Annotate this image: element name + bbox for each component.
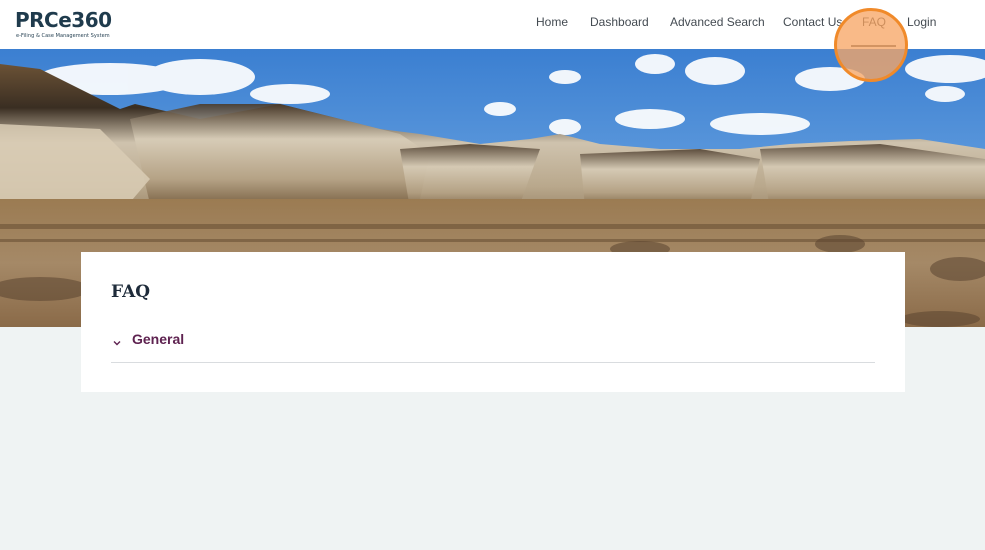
logo-text: PRCe360	[15, 8, 112, 32]
nav-dashboard[interactable]: Dashboard	[590, 15, 649, 29]
nav-faq[interactable]: FAQ	[862, 15, 886, 29]
nav-login[interactable]: Login	[907, 15, 936, 29]
faq-card: FAQ General	[81, 252, 905, 392]
faq-section-label: General	[132, 331, 185, 347]
chevron-down-icon	[113, 332, 121, 346]
top-navigation-bar: PRCe360 e-Filing & Case Management Syste…	[0, 0, 985, 49]
page-title: FAQ	[111, 282, 151, 302]
logo-tagline: e-Filing & Case Management System	[16, 33, 110, 39]
nav-active-indicator	[851, 45, 896, 47]
nav-home[interactable]: Home	[536, 15, 568, 29]
nav-advanced-search[interactable]: Advanced Search	[670, 15, 765, 29]
prce360-logo[interactable]: PRCe360 e-Filing & Case Management Syste…	[15, 8, 115, 40]
nav-contact-us[interactable]: Contact Us	[783, 15, 842, 29]
faq-section-general[interactable]: General	[111, 329, 875, 363]
